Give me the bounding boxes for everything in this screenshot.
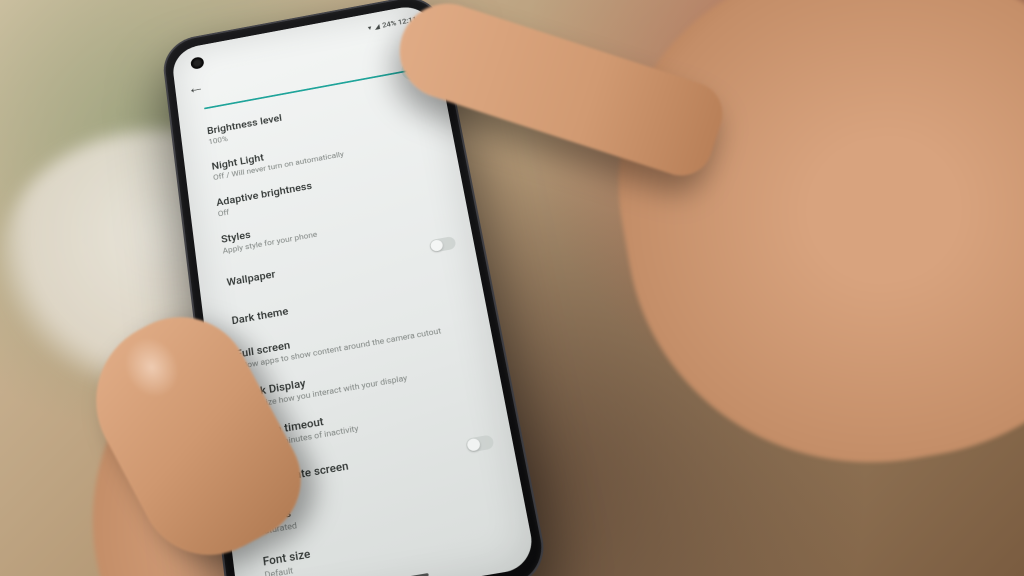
back-arrow-icon[interactable]: ← [184,77,208,98]
wifi-icon: ▾ [367,24,372,32]
toggle-switch[interactable] [465,434,495,453]
signal-icon: ◢ [373,22,379,30]
toggle-switch[interactable] [429,236,457,253]
photo-scene: ▾ ◢ 24% 12:11 ← Brightness level100%Nigh… [0,0,1024,576]
